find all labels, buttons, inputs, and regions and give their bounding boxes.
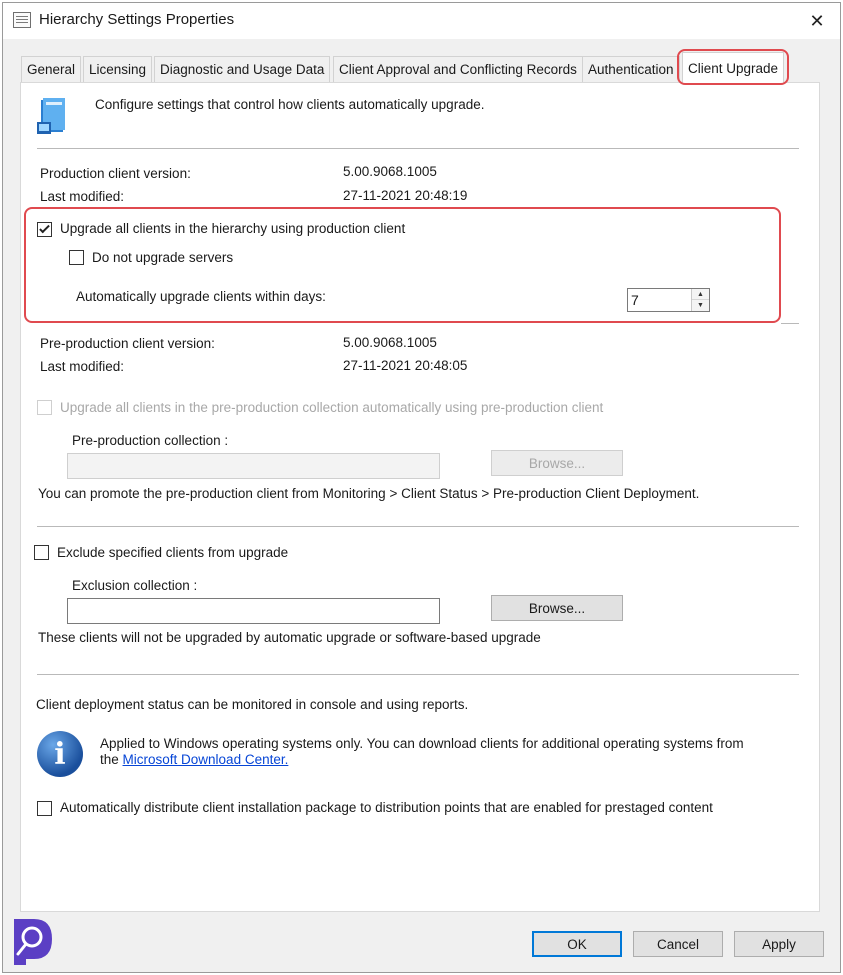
auto-distribute-label: Automatically distribute client installa… [60,800,713,815]
tab-general[interactable]: General [21,56,82,82]
client-upgrade-icon [37,98,65,134]
production-modified-label: Last modified: [40,189,125,204]
preproduction-collection-field[interactable] [67,453,440,479]
separator [37,526,799,527]
ok-button[interactable]: OK [532,931,622,957]
preproduction-promote-note: You can promote the pre-production clien… [38,486,700,501]
upgrade-within-days-stepper[interactable]: 7 ▲ ▼ [627,288,710,312]
close-button[interactable]: ✕ [794,3,840,39]
production-version-value: 5.00.9068.1005 [343,164,437,179]
production-version-label: Production client version: [40,166,191,181]
preproduction-version-value: 5.00.9068.1005 [343,335,437,350]
spin-up-icon[interactable]: ▲ [692,289,709,300]
cancel-button[interactable]: Cancel [633,931,723,957]
spin-down-icon[interactable]: ▼ [692,300,709,311]
exclusion-browse-button[interactable]: Browse... [491,595,623,621]
production-modified-value: 27-11-2021 20:48:19 [343,188,468,203]
tab-licensing[interactable]: Licensing [83,56,153,82]
do-not-upgrade-servers-checkbox[interactable] [69,250,84,265]
exclusion-note: These clients will not be upgraded by au… [38,630,541,645]
preproduction-modified-label: Last modified: [40,359,125,374]
auto-distribute-checkbox[interactable] [37,801,52,816]
upgrade-all-clients-checkbox[interactable] [37,222,52,237]
info-text-line2: the Microsoft Download Center. [100,752,289,767]
tab-client-upgrade[interactable]: Client Upgrade [682,52,785,83]
panel-description: Configure settings that control how clie… [95,97,485,112]
preproduction-modified-value: 27-11-2021 20:48:05 [343,358,468,373]
microsoft-download-center-link[interactable]: Microsoft Download Center. [123,752,289,767]
preproduction-collection-label: Pre-production collection : [72,433,229,448]
preproduction-browse-button[interactable]: Browse... [491,450,623,476]
tab-authentication[interactable]: Authentication [582,56,680,82]
info-icon: i [37,731,83,777]
do-not-upgrade-servers-label: Do not upgrade servers [92,250,234,265]
apply-button[interactable]: Apply [734,931,824,957]
preproduction-upgrade-label: Upgrade all clients in the pre-productio… [60,400,604,415]
deployment-status-text: Client deployment status can be monitore… [36,697,469,712]
exclude-clients-checkbox[interactable] [34,545,49,560]
exclude-clients-label: Exclude specified clients from upgrade [57,545,289,560]
info-text-line1: Applied to Windows operating systems onl… [100,736,744,751]
watermark-logo-icon [14,919,52,965]
exclusion-collection-field[interactable] [67,598,440,624]
title-bar: Hierarchy Settings Properties ✕ [3,3,840,39]
window-title: Hierarchy Settings Properties [39,11,235,28]
exclusion-collection-label: Exclusion collection : [72,578,198,593]
preproduction-version-label: Pre-production client version: [40,336,215,351]
preproduction-upgrade-checkbox[interactable] [37,400,52,415]
separator [781,323,799,324]
upgrade-all-clients-label: Upgrade all clients in the hierarchy usi… [60,221,406,236]
upgrade-within-days-value: 7 [631,292,639,308]
separator [37,674,799,675]
separator [37,148,799,149]
tab-diagnostic-usage-data[interactable]: Diagnostic and Usage Data [154,56,331,82]
tab-client-approval[interactable]: Client Approval and Conflicting Records [333,56,583,82]
upgrade-within-days-label: Automatically upgrade clients within day… [76,289,326,304]
window-properties-icon [13,12,31,28]
checkmark-icon [39,222,50,234]
